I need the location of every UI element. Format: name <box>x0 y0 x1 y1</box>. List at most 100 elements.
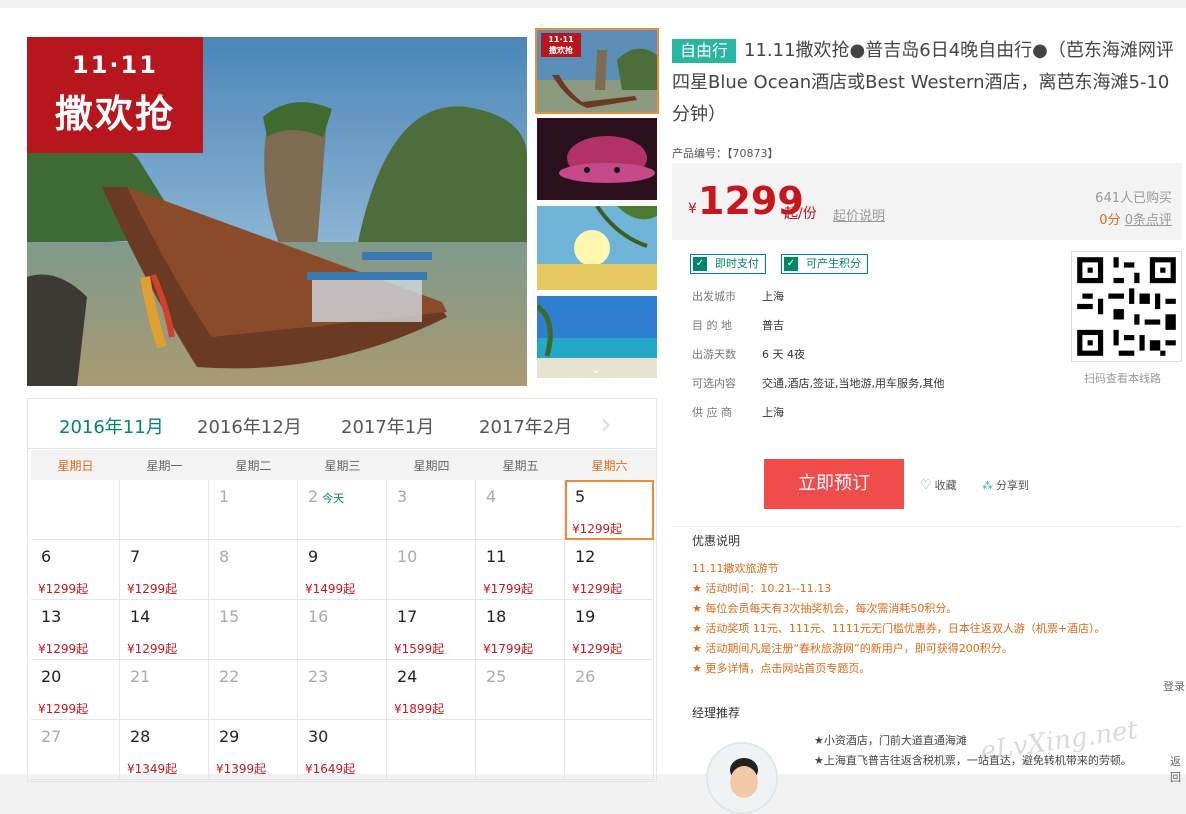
day-number: 12 <box>575 547 595 566</box>
chevron-down-icon[interactable]: ⌄ <box>591 363 600 376</box>
tab-month-4[interactable]: 2017年2月 <box>479 413 572 439</box>
day-price: ¥1599起 <box>394 642 445 656</box>
day-price: ¥1299起 <box>572 642 623 656</box>
reviews-link[interactable]: 0条点评 <box>1125 213 1172 228</box>
points-badge: ✓ 可产生积分 <box>781 254 868 274</box>
calendar-day: 10 <box>387 540 476 600</box>
day-number: 5 <box>575 487 585 506</box>
calendar-day[interactable]: 12 ¥1299起 <box>565 540 654 600</box>
day-number: 3 <box>397 487 407 506</box>
main-product-image: 11·11 撒欢抢 <box>27 37 527 386</box>
tab-month-3[interactable]: 2017年1月 <box>341 413 434 439</box>
calendar-day: 26 <box>565 660 654 720</box>
day-number: 27 <box>41 727 61 746</box>
price-explain-link[interactable]: 起价说明 <box>833 205 885 224</box>
weekday-sat: 星期六 <box>591 459 628 473</box>
calendar-day: 4 <box>476 480 565 540</box>
day-number-text: 6 <box>41 547 52 566</box>
manager-heading: 经理推荐 <box>692 706 741 720</box>
weekday-tue: 星期二 <box>235 459 272 473</box>
product-title-block: 自由行 11.11撒欢抢●普吉岛6日4晚自由行●（芭东海滩网评四星Blue Oce… <box>672 35 1182 131</box>
product-title: 11.11撒欢抢●普吉岛6日4晚自由行●（芭东海滩网评四星Blue Ocean酒… <box>672 40 1174 125</box>
side-login[interactable]: 登录 <box>1163 678 1185 694</box>
calendar-day[interactable]: 30 ¥1649起 <box>298 720 387 780</box>
price-calendar: 2016年11月 2016年12月 2017年1月 2017年2月 › 星期日 … <box>27 398 657 782</box>
calendar-day <box>120 480 209 540</box>
tab-month-2[interactable]: 2016年12月 <box>197 413 302 439</box>
calendar-day: 15 <box>209 600 298 660</box>
thumbnail-4[interactable]: ⌄ <box>537 296 657 378</box>
day-price: ¥1299起 <box>38 582 89 596</box>
day-number-text: 19 <box>575 607 596 626</box>
day-number-text: 14 <box>130 607 151 626</box>
day-price: ¥1299起 <box>127 642 178 656</box>
day-price: ¥1299起 <box>38 642 89 656</box>
calendar-day[interactable]: 20 ¥1299起 <box>31 660 120 720</box>
calendar-day[interactable]: 13 ¥1299起 <box>31 600 120 660</box>
tab-month-1[interactable]: 2016年11月 <box>59 413 164 439</box>
day-number-text: 24 <box>397 667 418 686</box>
avatar-image <box>708 744 776 812</box>
qr-caption: 扫码查看本线路 <box>1084 372 1161 385</box>
calendar-day: 8 <box>209 540 298 600</box>
info-value-departure: 上海 <box>762 290 784 303</box>
day-number-text: 15 <box>219 607 240 626</box>
calendar-day <box>387 720 476 780</box>
calendar-day[interactable]: 6 ¥1299起 <box>31 540 120 600</box>
day-number-text: 8 <box>219 547 230 566</box>
check-icon: ✓ <box>784 257 798 271</box>
thumbnail-3[interactable] <box>537 206 657 290</box>
rating-line: 0分 0条点评 <box>1099 209 1172 228</box>
weekday-thu: 星期四 <box>413 459 450 473</box>
badge-text: 撒欢抢 <box>54 92 175 136</box>
day-number: 21 <box>130 667 150 686</box>
calendar-day[interactable]: 29 ¥1399起 <box>209 720 298 780</box>
calendar-day[interactable]: 7 ¥1299起 <box>120 540 209 600</box>
points-label: 可产生积分 <box>806 257 861 270</box>
day-number: 22 <box>219 667 239 686</box>
promo-line: ★ 活动时间：10.21--11.13 <box>692 582 832 595</box>
thumbnail-1[interactable]: 11·11 撒欢抢 <box>535 28 659 114</box>
thumb-badge-date: 11·11 <box>548 35 574 44</box>
share-button[interactable]: ⁂ 分享到 <box>982 477 1029 493</box>
calendar-day[interactable]: 28 ¥1349起 <box>120 720 209 780</box>
thumb-badge-text: 撒欢抢 <box>549 46 573 55</box>
side-back[interactable]: 返回 <box>1170 753 1186 785</box>
day-number-text: 30 <box>308 727 329 746</box>
day-number-text: 20 <box>41 667 62 686</box>
promo-line: ★ 每位会员每天有3次抽奖机会，每次需消耗50积分。 <box>692 602 958 615</box>
calendar-day[interactable]: 14 ¥1299起 <box>120 600 209 660</box>
calendar-day[interactable]: 18 ¥1799起 <box>476 600 565 660</box>
calendar-day[interactable]: 5 ¥1299起 <box>565 480 654 540</box>
favorite-button[interactable]: ♡ 收藏 <box>920 477 957 493</box>
day-number-text: 4 <box>486 487 497 506</box>
weekday-wed: 星期三 <box>324 459 361 473</box>
calendar-day[interactable]: 9 ¥1499起 <box>298 540 387 600</box>
day-price: ¥1399起 <box>216 762 267 776</box>
page: 11·11 撒欢抢 11·11 撒欢抢 ⌄ 2016年11月 2016年12月 … <box>0 8 1186 814</box>
promo-badge: 11·11 撒欢抢 <box>27 37 203 153</box>
next-month-arrow-icon[interactable]: › <box>600 407 612 442</box>
calendar-day: 23 <box>298 660 387 720</box>
day-number: 19 <box>575 607 595 626</box>
calendar-day[interactable]: 17 ¥1599起 <box>387 600 476 660</box>
info-value-options: 交通,酒店,签证,当地游,用车服务,其他 <box>762 377 945 390</box>
calendar-day[interactable]: 24 ¥1899起 <box>387 660 476 720</box>
day-price: ¥1499起 <box>305 582 356 596</box>
product-code: 产品编号：【70873】 <box>672 147 779 160</box>
book-now-button[interactable]: 立即预订 <box>764 459 904 509</box>
calendar-day[interactable]: 11 ¥1799起 <box>476 540 565 600</box>
info-label-days: 出游天数 <box>692 348 736 361</box>
divider <box>672 526 1182 527</box>
instant-pay-label: 即时支付 <box>715 257 759 270</box>
calendar-day[interactable]: 19 ¥1299起 <box>565 600 654 660</box>
weekday-fri: 星期五 <box>502 459 539 473</box>
thumbnail-2[interactable] <box>537 118 657 200</box>
day-number-text: 11 <box>486 547 507 566</box>
day-number: 9 <box>308 547 318 566</box>
info-value-supplier: 上海 <box>762 406 784 419</box>
day-number: 23 <box>308 667 328 686</box>
day-price: ¥1799起 <box>483 582 534 596</box>
promo-line: ★ 活动奖项 11元、111元、1111元无门槛优惠券，日本往返双人游（机票+酒… <box>692 622 1106 635</box>
info-label-departure: 出发城市 <box>692 290 736 303</box>
